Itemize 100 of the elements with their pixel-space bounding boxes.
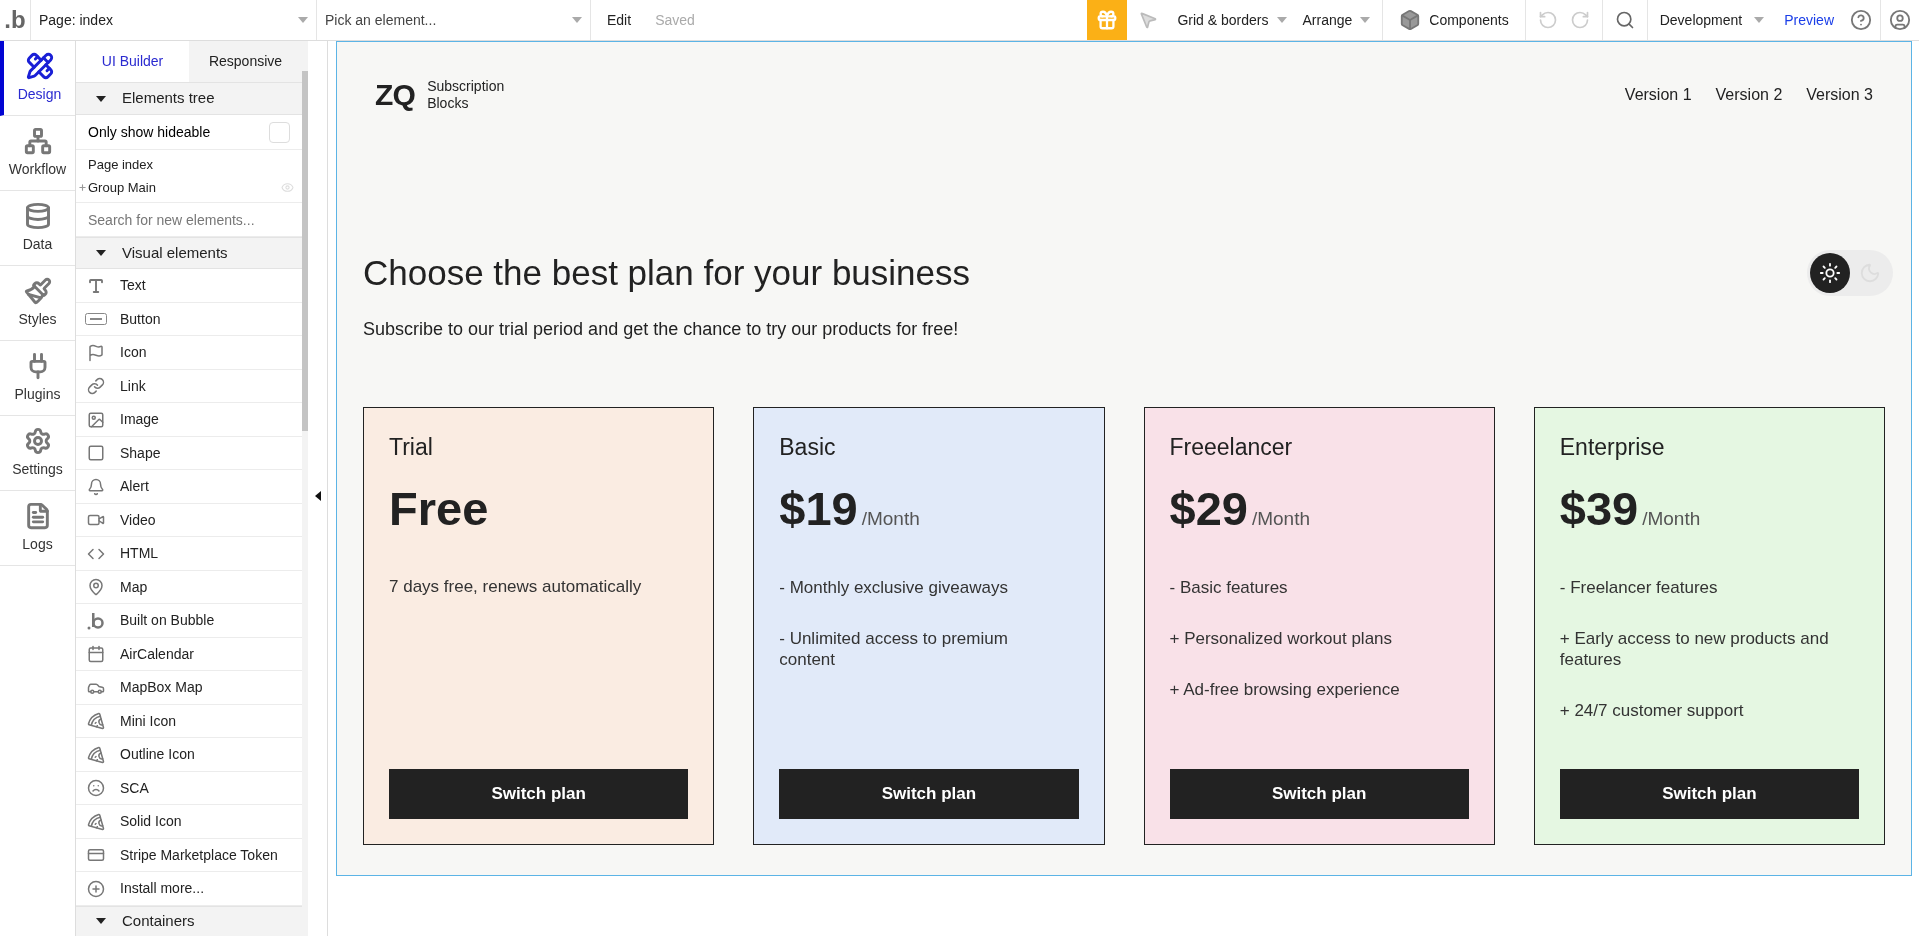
plan-name: Trial: [389, 433, 434, 462]
page-dropdown[interactable]: Page: index: [31, 0, 317, 40]
tree-item[interactable]: Group Main: [87, 177, 281, 198]
bell-icon: [87, 477, 105, 496]
section-header[interactable]: Visual elements: [76, 236, 302, 270]
element-item[interactable]: Icon: [76, 336, 302, 370]
nav-link[interactable]: Version 1: [1624, 83, 1692, 107]
undo-icon[interactable]: [1537, 10, 1558, 30]
element-item[interactable]: Install more...: [76, 872, 302, 906]
sitemap-icon: [23, 126, 52, 155]
pizza-icon: [87, 745, 105, 764]
app-logo[interactable]: .b: [4, 8, 26, 32]
nav-tab[interactable]: Data: [0, 191, 75, 266]
element-item[interactable]: Solid Icon: [76, 805, 302, 839]
text-icon: [87, 276, 105, 295]
plan-feature: - Freelancer features: [1559, 577, 1719, 598]
arrange-menu[interactable]: Arrange: [1294, 0, 1384, 40]
account-icon[interactable]: [1889, 9, 1911, 31]
search-field[interactable]: Search for new elements...: [76, 203, 302, 237]
tree-item[interactable]: Page index: [76, 154, 302, 177]
page-title: Choose the best plan for your business: [363, 252, 971, 295]
flag-icon: [87, 343, 105, 362]
plan-price: $19: [779, 484, 858, 532]
plus-icon: [78, 182, 87, 192]
plan-price: $39: [1559, 484, 1639, 532]
price-period: /Month: [861, 506, 920, 531]
plan-name: Freeelancer: [1169, 433, 1294, 462]
nav-tab[interactable]: Workflow: [0, 116, 75, 191]
switch-plan-button[interactable]: Switch plan: [389, 769, 689, 819]
nav-tab[interactable]: Logs: [0, 491, 75, 566]
map-pin-icon: [87, 578, 105, 597]
design-icon: [25, 51, 54, 80]
caret-icon: [1276, 17, 1287, 23]
element-item[interactable]: Mini Icon: [76, 705, 302, 739]
plan-price: $29: [1169, 484, 1248, 532]
logo-mark: ZQ: [375, 80, 416, 110]
components-button[interactable]: Components: [1383, 0, 1526, 40]
plan-name: Enterprise: [1559, 433, 1666, 462]
element-item[interactable]: Map: [76, 571, 302, 605]
plan-feature: + Early access to new products and features: [1559, 628, 1830, 670]
checkbox[interactable]: [269, 121, 290, 143]
bubble-logo-icon: [87, 611, 105, 630]
preview-link[interactable]: Preview: [1776, 0, 1842, 40]
eye-icon[interactable]: [281, 180, 294, 194]
switch-plan-button[interactable]: Switch plan: [779, 769, 1079, 819]
element-dropdown[interactable]: Pick an element...: [317, 0, 591, 40]
element-item[interactable]: Outline Icon: [76, 738, 302, 772]
element-item[interactable]: Built on Bubble: [76, 604, 302, 638]
theme-toggle[interactable]: [1807, 250, 1893, 296]
frown-icon: [87, 779, 105, 798]
section-header[interactable]: Containers: [76, 906, 302, 936]
grid-borders-menu[interactable]: Grid & borders: [1169, 0, 1295, 40]
plus-circle-icon: [87, 879, 105, 898]
gift-icon: [1096, 9, 1119, 31]
caret-icon: [572, 17, 582, 23]
caret-icon: [1754, 17, 1765, 23]
panel-tab[interactable]: Responsive: [189, 41, 302, 83]
logo-text: Subscription Blocks: [427, 78, 505, 112]
element-item[interactable]: AirCalendar: [76, 638, 302, 672]
calendar-icon: [87, 645, 105, 664]
switch-plan-button[interactable]: Switch plan: [1169, 769, 1469, 819]
button-icon: [85, 313, 107, 326]
price-period: /Month: [1642, 506, 1701, 531]
search-icon[interactable]: [1614, 10, 1635, 30]
settings-icon: [23, 426, 52, 455]
cube-icon: [1399, 9, 1422, 31]
triangle-icon: [96, 918, 106, 925]
page-subtitle: Subscribe to our trial period and get the chance to try our products for free!: [363, 318, 960, 341]
section-header[interactable]: Elements tree: [76, 82, 302, 115]
sun-icon[interactable]: [1810, 253, 1850, 293]
database-icon: [23, 201, 52, 230]
edit-menu[interactable]: Edit: [607, 9, 632, 31]
element-item[interactable]: SCA: [76, 772, 302, 806]
cursor-icon[interactable]: [1138, 10, 1159, 30]
link-icon: [87, 377, 105, 396]
development-menu[interactable]: Development: [1647, 0, 1777, 40]
plan-price: Free: [389, 484, 489, 532]
nav-tab[interactable]: Styles: [0, 266, 75, 341]
nav-link[interactable]: Version 2: [1715, 83, 1783, 107]
plan-name: Basic: [779, 433, 837, 462]
plan-feature: - Monthly exclusive giveaways: [779, 577, 1009, 598]
plan-feature: + Personalized workout plans: [1169, 628, 1394, 649]
plan-feature: + 24/7 customer support: [1559, 700, 1745, 721]
plan-feature: 7 days free, renews automatically: [389, 575, 643, 597]
nav-link[interactable]: Version 3: [1806, 83, 1873, 107]
caret-icon: [1360, 17, 1371, 23]
price-period: /Month: [1251, 506, 1310, 531]
brush-icon: [23, 276, 52, 305]
element-item[interactable]: Button: [76, 303, 302, 337]
help-icon[interactable]: [1850, 9, 1872, 31]
nav-tab[interactable]: Settings: [0, 416, 75, 491]
square-icon: [87, 444, 105, 463]
switch-plan-button[interactable]: Switch plan: [1559, 769, 1859, 819]
element-item[interactable]: Image: [76, 403, 302, 437]
image-icon: [87, 410, 105, 429]
plan-feature: - Basic features: [1169, 577, 1289, 598]
gift-button[interactable]: [1087, 0, 1128, 40]
collapse-icon[interactable]: [314, 491, 321, 501]
pizza-icon: [87, 712, 105, 731]
nav-tab[interactable]: Plugins: [0, 341, 75, 416]
